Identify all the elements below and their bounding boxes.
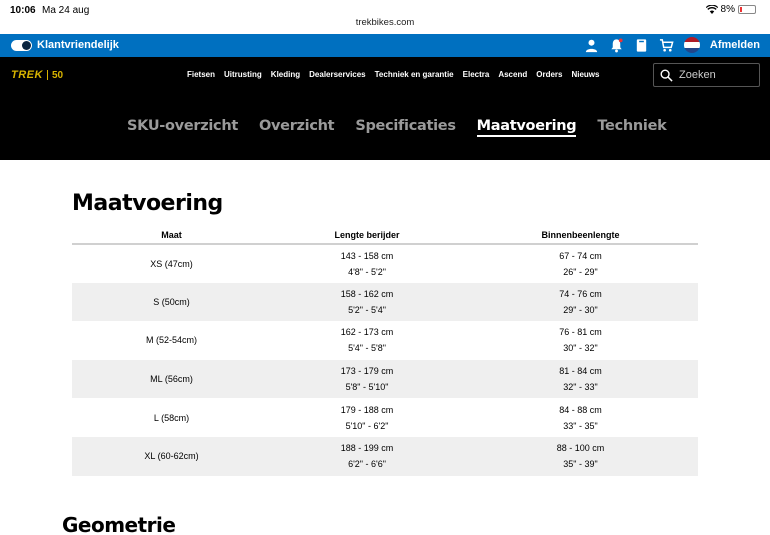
height-cm: 179 - 188 cm	[340, 404, 394, 415]
search-box[interactable]	[653, 63, 760, 87]
tab-sku-overzicht[interactable]: SKU-overzicht	[127, 118, 238, 137]
friendly-toggle[interactable]	[11, 40, 32, 51]
logo-divider	[46, 70, 48, 80]
table-row: ML (56cm) 173 - 179 cm 5'8" - 5'10" 81 - …	[72, 359, 698, 399]
inseam-in: 32" - 33"	[563, 382, 598, 393]
trek-logo[interactable]: TREK 50	[11, 69, 63, 81]
bell-icon[interactable]	[609, 37, 624, 53]
table-row: XS (47cm) 143 - 158 cm 4'8" - 5'2" 67 - 7…	[72, 244, 698, 283]
friendly-label: Klantvriendelijk	[37, 39, 119, 51]
inseam-cm: 74 - 76 cm	[559, 288, 602, 299]
status-date: Ma 24 aug	[42, 5, 90, 16]
inseam-in: 29" - 30"	[563, 304, 598, 315]
height-ft: 5'10" - 6'2"	[345, 420, 389, 431]
page-title: Maatvoering	[72, 191, 223, 216]
search-input[interactable]	[679, 69, 754, 81]
size-cell: ML (56cm)	[72, 359, 271, 399]
wifi-icon	[705, 5, 718, 14]
product-subnav: SKU-overzicht Overzicht Specificaties Ma…	[0, 93, 770, 160]
nav-menu: Fietsen Uitrusting Kleding Dealerservice…	[187, 70, 599, 79]
inseam-cm: 76 - 81 cm	[559, 327, 602, 338]
logo-wordmark: TREK	[11, 69, 43, 81]
search-icon	[660, 69, 673, 82]
product-tabs: SKU-overzicht Overzicht Specificaties Ma…	[127, 118, 667, 137]
size-cell: S (50cm)	[72, 282, 271, 322]
table-row: M (52-54cm) 162 - 173 cm 5'4" - 5'8" 76 -…	[72, 321, 698, 360]
inseam-cell: 88 - 100 cm 35" - 39"	[463, 436, 698, 476]
rider-height-cell: 188 - 199 cm 6'2" - 6'6"	[271, 436, 463, 476]
tab-overzicht[interactable]: Overzicht	[259, 118, 335, 137]
book-icon[interactable]	[634, 38, 649, 53]
rider-height-cell: 143 - 158 cm 4'8" - 5'2"	[271, 244, 463, 283]
nav-item-kleding[interactable]: Kleding	[271, 70, 300, 79]
column-header-inseam: Binnenbeenlengte	[463, 226, 698, 245]
height-ft: 5'2" - 5'4"	[348, 304, 386, 315]
table-row: S (50cm) 158 - 162 cm 5'2" - 5'4" 74 - 76…	[72, 282, 698, 322]
user-icon[interactable]	[584, 38, 599, 53]
size-table: Maat Lengte berijder Binnenbeenlengte XS…	[72, 226, 698, 476]
inseam-in: 26" - 29"	[563, 266, 598, 277]
height-cm: 162 - 173 cm	[340, 327, 394, 338]
tab-maatvoering[interactable]: Maatvoering	[476, 118, 577, 137]
table-row: L (58cm) 179 - 188 cm 5'10" - 6'2" 84 - 8…	[72, 398, 698, 437]
rider-height-cell: 173 - 179 cm 5'8" - 5'10"	[271, 359, 463, 399]
nav-item-fietsen[interactable]: Fietsen	[187, 70, 215, 79]
height-cm: 188 - 199 cm	[340, 443, 394, 454]
height-cm: 143 - 158 cm	[340, 250, 394, 261]
nav-item-dealerservices[interactable]: Dealerservices	[309, 70, 366, 79]
nav-item-techniek-garantie[interactable]: Techniek en garantie	[375, 70, 454, 79]
status-right: 8%	[705, 4, 756, 15]
tab-techniek[interactable]: Techniek	[597, 118, 666, 137]
inseam-in: 35" - 39"	[563, 459, 598, 470]
flag-nl-icon[interactable]	[683, 37, 700, 53]
column-header-size: Maat	[72, 226, 271, 245]
logout-link[interactable]: Afmelden	[710, 39, 760, 51]
rider-height-cell: 179 - 188 cm 5'10" - 6'2"	[271, 398, 463, 437]
nav-item-uitrusting[interactable]: Uitrusting	[224, 70, 262, 79]
logo-badge: 50	[51, 69, 64, 81]
rider-height-cell: 162 - 173 cm 5'4" - 5'8"	[271, 321, 463, 360]
inseam-cm: 81 - 84 cm	[559, 366, 602, 377]
inseam-cm: 67 - 74 cm	[559, 250, 602, 261]
column-header-rider-height: Lengte berijder	[271, 226, 463, 245]
inseam-cm: 88 - 100 cm	[556, 443, 605, 454]
section-title-geometry: Geometrie	[62, 513, 176, 535]
table-header-row: Maat Lengte berijder Binnenbeenlengte	[72, 226, 698, 245]
battery-percent: 8%	[720, 4, 735, 15]
size-cell: XS (47cm)	[150, 258, 193, 269]
nav-item-electra[interactable]: Electra	[463, 70, 490, 79]
status-time: 10:06	[10, 5, 36, 16]
height-ft: 5'4" - 5'8"	[348, 343, 386, 354]
customer-bar: Klantvriendelijk Afmelden	[0, 34, 770, 57]
rider-height-cell: 158 - 162 cm 5'2" - 5'4"	[271, 282, 463, 322]
nav-item-orders[interactable]: Orders	[536, 70, 562, 79]
main-navigation: TREK 50 Fietsen Uitrusting Kleding Deale…	[0, 57, 770, 93]
size-cell: XL (60-62cm)	[72, 436, 271, 476]
height-cm: 158 - 162 cm	[340, 288, 394, 299]
inseam-cell: 84 - 88 cm 33" - 35"	[463, 398, 698, 437]
inseam-in: 30" - 32"	[563, 343, 598, 354]
inseam-cm: 84 - 88 cm	[559, 404, 602, 415]
size-cell: M (52-54cm)	[145, 335, 197, 346]
height-ft: 5'8" - 5'10"	[345, 382, 389, 393]
cart-icon[interactable]	[659, 38, 674, 53]
tab-specificaties[interactable]: Specificaties	[355, 118, 456, 137]
battery-icon	[738, 5, 756, 14]
size-cell: L (58cm)	[153, 412, 190, 423]
height-cm: 173 - 179 cm	[340, 366, 394, 377]
inseam-cell: 76 - 81 cm 30" - 32"	[463, 321, 698, 360]
account-icons: Afmelden	[584, 37, 760, 53]
height-ft: 4'8" - 5'2"	[348, 266, 386, 277]
inseam-cell: 67 - 74 cm 26" - 29"	[463, 244, 698, 283]
nav-item-nieuws[interactable]: Nieuws	[571, 70, 599, 79]
address-bar[interactable]: trekbikes.com	[0, 17, 770, 34]
height-ft: 6'2" - 6'6"	[348, 459, 386, 470]
nav-item-ascend[interactable]: Ascend	[498, 70, 527, 79]
inseam-cell: 74 - 76 cm 29" - 30"	[463, 282, 698, 322]
inseam-in: 33" - 35"	[563, 420, 598, 431]
inseam-cell: 81 - 84 cm 32" - 33"	[463, 359, 698, 399]
table-row: XL (60-62cm) 188 - 199 cm 6'2" - 6'6" 88 …	[72, 436, 698, 476]
